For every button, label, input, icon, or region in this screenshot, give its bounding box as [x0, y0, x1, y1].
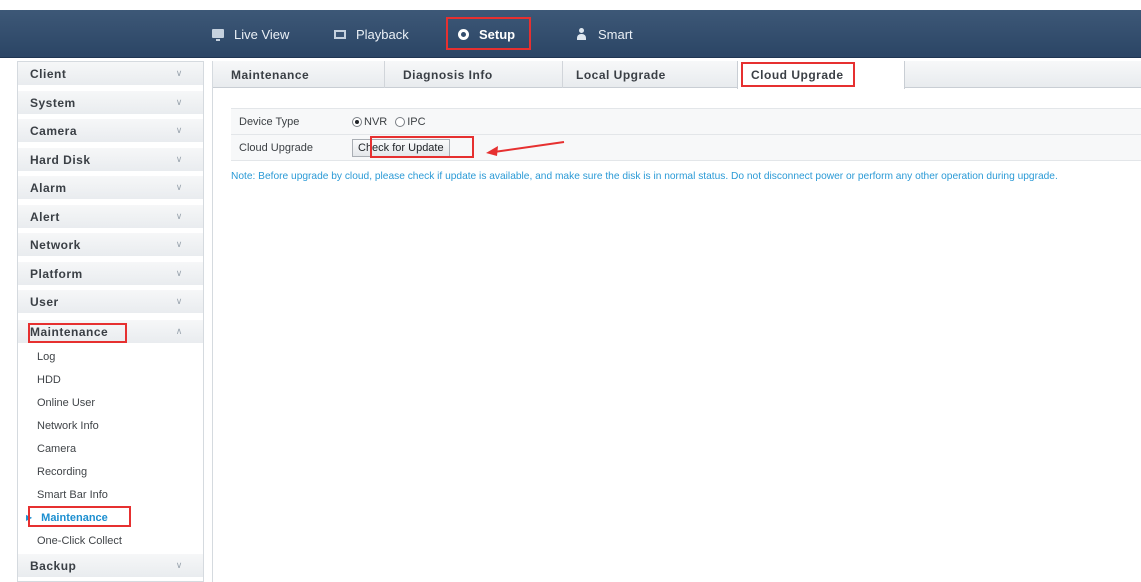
sidebar-sub-item-log[interactable]: Log [18, 345, 203, 368]
sidebar-item-platform[interactable]: Platform ∨ [18, 262, 203, 286]
chevron-down-icon: ∨ [175, 97, 183, 107]
sidebar-sub-item-camera[interactable]: Camera [18, 437, 203, 460]
sub-item-label: HDD [37, 373, 61, 386]
radio-ipc[interactable] [395, 116, 406, 127]
nav-smart[interactable]: Smart [576, 10, 633, 58]
sidebar-item-label: Network [30, 237, 81, 252]
sub-item-label: One-Click Collect [37, 534, 122, 547]
sub-item-label: Smart Bar Info [37, 488, 108, 501]
device-type-option-ipc[interactable]: IPC [395, 115, 426, 128]
device-type-option-nvr[interactable]: NVR [352, 116, 387, 128]
tab-local-upgrade[interactable]: Local Upgrade [563, 61, 738, 88]
person-icon [576, 28, 588, 40]
sidebar-item-label: Hard Disk [30, 152, 91, 167]
sidebar-sub-item-hdd[interactable]: HDD [18, 368, 203, 391]
main-panel: Maintenance Diagnosis Info Local Upgrade… [212, 61, 1141, 582]
sidebar-item-alert[interactable]: Alert ∨ [18, 205, 203, 229]
sidebar-sub-item-smart-bar-info[interactable]: Smart Bar Info [18, 483, 203, 506]
sidebar-item-camera[interactable]: Camera ∨ [18, 119, 203, 143]
tab-bar: Maintenance Diagnosis Info Local Upgrade… [213, 61, 1141, 89]
sub-item-label: Camera [37, 442, 77, 455]
sidebar: Client ∨ System ∨ Camera ∨ Hard Disk ∨ A… [17, 61, 204, 582]
sidebar-sub-item-online-user[interactable]: Online User [18, 391, 203, 414]
chevron-down-icon: ∨ [175, 68, 183, 78]
chevron-down-icon: ∨ [175, 296, 183, 306]
cloud-upgrade-form: Device Type NVR IPC Cloud Upgrade Check … [231, 108, 1141, 161]
chevron-down-icon: ∨ [175, 154, 183, 164]
tab-label: Local Upgrade [576, 67, 666, 82]
sidebar-item-user[interactable]: User ∨ [18, 290, 203, 314]
tab-label: Maintenance [231, 67, 310, 82]
radio-nvr[interactable] [352, 116, 362, 127]
nav-playback[interactable]: Playback [334, 10, 409, 58]
sidebar-item-label: User [30, 294, 59, 309]
sidebar-item-label: Backup [30, 558, 77, 573]
sidebar-item-label: System [30, 95, 76, 110]
sidebar-item-label: Platform [30, 266, 83, 281]
device-type-radio-group: NVR IPC [352, 116, 434, 128]
chevron-up-icon: ∧ [175, 326, 183, 336]
tab-label: Diagnosis Info [403, 67, 493, 82]
film-icon [334, 29, 346, 39]
tab-maintenance[interactable]: Maintenance [213, 61, 385, 88]
nav-smart-label: Smart [598, 26, 633, 42]
option-label: NVR [364, 115, 388, 128]
check-button-highlight-box [370, 136, 474, 158]
sub-item-label: Recording [37, 465, 88, 478]
sidebar-item-label: Alarm [30, 180, 67, 195]
sidebar-item-hard-disk[interactable]: Hard Disk ∨ [18, 148, 203, 172]
nav-live-view-label: Live View [234, 26, 290, 42]
chevron-down-icon: ∨ [175, 211, 183, 221]
sub-item-label: Network Info [37, 419, 99, 432]
cloud-upgrade-row: Cloud Upgrade Check for Update [231, 135, 1141, 161]
tab-diagnosis-info[interactable]: Diagnosis Info [385, 61, 563, 88]
sidebar-item-network[interactable]: Network ∨ [18, 233, 203, 257]
sidebar-item-alarm[interactable]: Alarm ∨ [18, 176, 203, 200]
setup-highlight-box [446, 17, 531, 50]
sidebar-item-backup[interactable]: Backup ∨ [18, 554, 203, 578]
chevron-down-icon: ∨ [175, 125, 183, 135]
option-label: IPC [407, 115, 426, 128]
nvr-setup-page: Live View Playback Setup Smart Client ∨ … [0, 0, 1141, 582]
maintenance-highlight-box [28, 323, 127, 343]
red-arrow-icon [486, 141, 565, 156]
sidebar-item-label: Alert [30, 209, 60, 224]
monitor-icon [212, 28, 224, 41]
nav-live-view[interactable]: Live View [212, 10, 289, 58]
nav-playback-label: Playback [356, 26, 409, 42]
device-type-row: Device Type NVR IPC [231, 109, 1141, 135]
sidebar-item-client[interactable]: Client ∨ [18, 62, 203, 86]
sidebar-item-label: Client [30, 66, 67, 81]
top-nav-bar: Live View Playback Setup Smart [0, 10, 1141, 58]
sidebar-sub-item-recording[interactable]: Recording [18, 460, 203, 483]
cloud-upgrade-label: Cloud Upgrade [239, 141, 313, 154]
sidebar-sub-item-one-click-collect[interactable]: One-Click Collect [18, 529, 203, 552]
chevron-down-icon: ∨ [175, 560, 183, 570]
chevron-down-icon: ∨ [175, 182, 183, 192]
upgrade-note: Note: Before upgrade by cloud, please ch… [231, 171, 1058, 182]
cloud-upgrade-highlight-box [741, 62, 855, 87]
sidebar-item-label: Camera [30, 123, 78, 138]
maintenance-sub-highlight-box [28, 506, 131, 527]
sidebar-item-system[interactable]: System ∨ [18, 91, 203, 115]
sub-item-label: Online User [37, 396, 96, 409]
top-strip [0, 0, 1141, 10]
chevron-down-icon: ∨ [175, 268, 183, 278]
sub-item-label: Log [37, 350, 56, 363]
device-type-label: Device Type [239, 115, 300, 128]
sidebar-sub-item-network-info[interactable]: Network Info [18, 414, 203, 437]
chevron-down-icon: ∨ [175, 239, 183, 249]
